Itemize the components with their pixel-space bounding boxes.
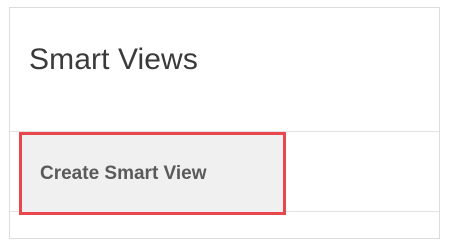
create-smart-view-button[interactable]: Create Smart View xyxy=(19,132,286,215)
smart-views-panel: Smart Views Create Smart View xyxy=(9,7,440,239)
panel-title: Smart Views xyxy=(29,43,198,76)
